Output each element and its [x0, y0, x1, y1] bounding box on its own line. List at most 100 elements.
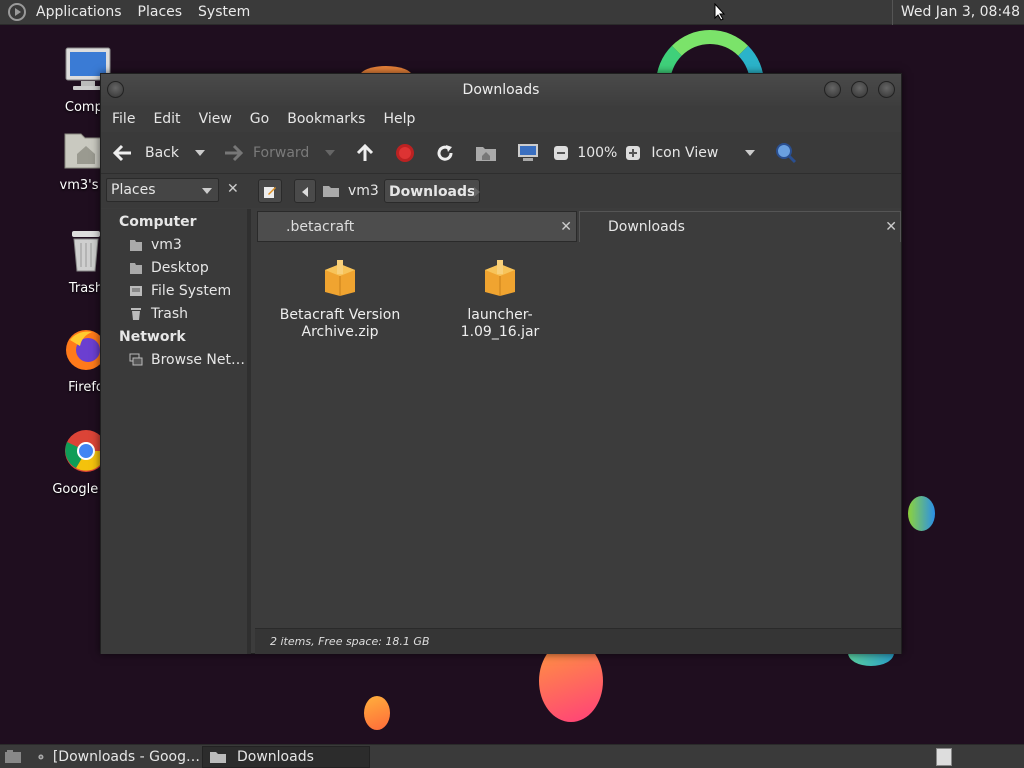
close-tab-icon[interactable]: ✕	[885, 212, 897, 243]
stop-icon	[396, 143, 415, 162]
up-button[interactable]	[355, 143, 375, 163]
menu-help[interactable]: Help	[374, 111, 424, 127]
menu-bookmarks[interactable]: Bookmarks	[278, 111, 374, 127]
stop-button[interactable]	[395, 143, 415, 163]
reload-icon	[437, 144, 453, 161]
desktop-blob-orange-small	[364, 696, 390, 730]
chevron-right-icon[interactable]	[474, 187, 480, 197]
tab-betacraft[interactable]: .betacraft ✕	[257, 211, 577, 242]
toolbar: Back Forward 100% Icon View	[101, 132, 901, 174]
view-mode-value: Icon View	[651, 144, 719, 161]
sidebar-header-network: Network	[119, 329, 186, 345]
up-arrow-icon	[357, 143, 374, 161]
zoom-out-button[interactable]	[553, 145, 569, 161]
sidebar-item-label: Browse Net…	[151, 352, 246, 368]
close-sidebar-icon[interactable]: ✕	[227, 181, 239, 197]
menu-go[interactable]: Go	[241, 111, 278, 127]
chevron-down-icon	[202, 188, 212, 194]
chrome-icon	[38, 754, 44, 760]
places-sidebar: Computer vm3 Desktop File System Trash N…	[101, 209, 251, 654]
home-folder-icon	[476, 146, 497, 161]
file-manager-window: Downloads File Edit View Go Bookmarks He…	[100, 73, 902, 654]
applications-menu[interactable]: Applications	[28, 0, 130, 25]
show-desktop-icon	[5, 750, 21, 763]
search-button[interactable]	[775, 142, 797, 164]
distro-logo-icon[interactable]	[8, 3, 26, 21]
package-archive-icon	[485, 260, 515, 296]
forward-label: Forward	[253, 144, 310, 161]
breadcrumb-left-arrow[interactable]	[294, 179, 316, 203]
close-tab-icon[interactable]: ✕	[560, 212, 572, 243]
forward-history-dropdown[interactable]	[319, 149, 336, 156]
toggle-location-entry-button[interactable]	[258, 179, 282, 203]
view-mode-select[interactable]: Icon View	[651, 144, 756, 161]
trash-icon	[72, 231, 100, 272]
breadcrumb-vm3[interactable]: vm3	[322, 179, 379, 203]
file-item[interactable]: Betacraft Version Archive.zip	[275, 258, 405, 341]
file-name-line1: launcher-1.09_16.jar	[460, 307, 540, 340]
sidebar-item-browse-network[interactable]: Browse Net…	[129, 352, 245, 368]
show-desktop-button[interactable]	[0, 746, 28, 768]
sidebar-item-vm3[interactable]: vm3	[129, 237, 182, 253]
chevron-down-icon	[195, 149, 205, 156]
file-name-line2: Archive.zip	[301, 324, 379, 340]
network-icon	[129, 353, 143, 366]
taskbar-item-downloads[interactable]: Downloads	[202, 746, 370, 768]
computer-icon	[518, 143, 539, 161]
window-titlebar[interactable]: Downloads	[101, 74, 901, 106]
mouse-cursor-icon	[714, 3, 726, 21]
sidebar-header-computer: Computer	[119, 214, 197, 230]
file-view[interactable]: Betacraft Version Archive.zip launcher-1…	[255, 242, 901, 628]
menubar: File Edit View Go Bookmarks Help	[101, 106, 901, 132]
sidebar-mode-value: Places	[111, 182, 156, 198]
menu-view[interactable]: View	[190, 111, 241, 127]
forward-button[interactable]: Forward	[221, 143, 309, 163]
maximize-button[interactable]	[851, 81, 868, 98]
file-item[interactable]: launcher-1.09_16.jar	[435, 258, 565, 341]
reload-button[interactable]	[435, 143, 455, 163]
home-button[interactable]	[475, 144, 497, 162]
back-button[interactable]: Back	[111, 143, 179, 163]
zoom-out-icon	[554, 145, 569, 160]
back-label: Back	[145, 144, 179, 161]
location-bar: Places ✕ vm3 Downloads	[101, 174, 901, 208]
drive-icon	[130, 286, 142, 296]
search-icon	[776, 142, 797, 163]
chevron-left-icon	[302, 187, 308, 197]
tab-label: .betacraft	[286, 219, 355, 235]
menu-edit[interactable]: Edit	[144, 111, 189, 127]
forward-arrow-icon	[225, 144, 244, 161]
home-folder-icon	[323, 186, 339, 197]
zoom-in-button[interactable]	[625, 145, 641, 161]
bottom-panel: [Downloads - Goog… Downloads	[0, 744, 1024, 768]
window-title: Downloads	[462, 82, 540, 98]
window-menu-button[interactable]	[107, 81, 124, 98]
breadcrumb-label: vm3	[348, 183, 379, 199]
zoom-level: 100%	[577, 144, 618, 161]
close-button[interactable]	[878, 81, 895, 98]
places-menu[interactable]: Places	[130, 0, 191, 25]
tab-downloads[interactable]: Downloads ✕	[579, 211, 901, 242]
minimize-button[interactable]	[824, 81, 841, 98]
clock[interactable]: Wed Jan 3, 08:48	[891, 0, 1020, 25]
sidebar-item-trash[interactable]: Trash	[129, 306, 188, 322]
taskbar-item-chrome[interactable]: [Downloads - Goog…	[32, 746, 200, 768]
sidebar-item-label: File System	[151, 283, 232, 299]
tab-bar: .betacraft ✕ Downloads ✕	[255, 209, 901, 242]
back-history-dropdown[interactable]	[189, 149, 205, 156]
home-folder-icon	[130, 240, 142, 251]
zoom-in-icon	[626, 145, 641, 160]
workspace-switcher[interactable]	[936, 746, 956, 768]
sidebar-item-desktop[interactable]: Desktop	[129, 260, 209, 276]
breadcrumb-downloads[interactable]: Downloads	[384, 179, 481, 203]
workspace-icon	[936, 748, 952, 766]
sidebar-mode-select[interactable]: Places	[106, 178, 219, 202]
system-menu[interactable]: System	[190, 0, 258, 25]
desktop-blob-teal	[908, 496, 935, 531]
chevron-down-icon	[745, 149, 756, 156]
menu-file[interactable]: File	[103, 111, 144, 127]
tab-label: Downloads	[608, 219, 685, 235]
sidebar-item-file-system[interactable]: File System	[129, 283, 231, 299]
sidebar-item-label: Trash	[151, 306, 188, 322]
computer-button[interactable]	[517, 143, 539, 163]
